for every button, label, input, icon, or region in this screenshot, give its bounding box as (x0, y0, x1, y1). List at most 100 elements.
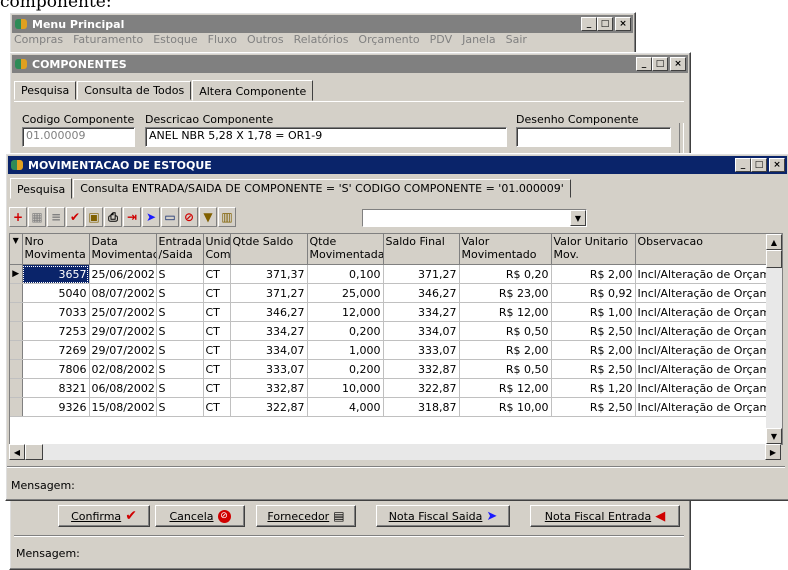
table-cell[interactable]: R$ 0,50 (459, 321, 552, 341)
table-cell[interactable]: CT (203, 302, 231, 322)
menu-item[interactable]: Faturamento (73, 33, 143, 46)
menu-principal-titlebar[interactable]: Menu Principal _ □ × (12, 15, 633, 33)
cancela-button[interactable]: Cancela ⊘ (155, 505, 245, 527)
table-row[interactable]: 7806 02/08/2002 S CT 333,07 0,200 332,87 R$ 0,5… (10, 359, 767, 379)
table-cell[interactable]: 7806 (22, 359, 90, 379)
table-cell[interactable]: 332,87 (383, 359, 460, 379)
table-cell[interactable]: 334,07 (383, 321, 460, 341)
table-cell[interactable]: S (156, 378, 204, 398)
menu-item[interactable]: Outros (247, 33, 284, 46)
table-cell[interactable]: 5040 (22, 283, 90, 303)
table-cell[interactable]: R$ 12,00 (459, 302, 552, 322)
table-cell[interactable]: R$ 1,00 (551, 302, 636, 322)
table-cell[interactable]: R$ 2,50 (551, 397, 636, 417)
window-icon[interactable]: ▭ (161, 207, 179, 227)
table-cell[interactable]: 29/07/2002 (89, 340, 157, 360)
menu-item[interactable]: Janela (462, 33, 496, 46)
table-cell[interactable]: 7269 (22, 340, 90, 360)
tab-pesquisa[interactable]: Pesquisa (10, 178, 73, 199)
table-cell[interactable]: R$ 0,20 (459, 264, 552, 284)
table-cell[interactable]: 332,87 (230, 378, 308, 398)
minimize-button[interactable]: _ (636, 57, 652, 71)
table-row[interactable]: ▶ 3657 25/06/2002 S CT 371,37 0,100 371,27 R$ 0,… (10, 264, 767, 284)
table-cell[interactable]: Incl/Alteração de Orçam (635, 359, 767, 379)
scroll-down-icon[interactable]: ▼ (766, 428, 782, 444)
movimentacao-grid[interactable]: ▼ Nro Movimenta Data Movimentac Entrada … (9, 233, 783, 445)
nf-saida-button[interactable]: Nota Fiscal Saida ➤ (376, 505, 510, 527)
table-cell[interactable]: 02/08/2002 (89, 359, 157, 379)
table-cell[interactable]: 346,27 (383, 283, 460, 303)
table-cell[interactable]: R$ 2,00 (551, 264, 636, 284)
table-cell[interactable]: 8321 (22, 378, 90, 398)
table-cell[interactable]: S (156, 321, 204, 341)
table-row[interactable]: 9326 15/08/2002 S CT 322,87 4,000 318,87 R$ 10,… (10, 397, 767, 417)
insert-record-icon[interactable]: + (9, 207, 27, 227)
table-cell[interactable]: Incl/Alteração de Orçam (635, 340, 767, 360)
menu-item[interactable]: Fluxo (208, 33, 237, 46)
table-row[interactable]: 5040 08/07/2002 S CT 371,27 25,000 346,27 R$ 23… (10, 283, 767, 303)
table-cell[interactable]: 333,07 (230, 359, 308, 379)
codigo-field[interactable]: 01.000009 (22, 127, 135, 147)
movimentacao-titlebar[interactable]: MOVIMENTACAO DE ESTOQUE _ □ × (8, 156, 787, 174)
descricao-field[interactable]: ANEL NBR 5,28 X 1,78 = OR1-9 (145, 127, 507, 147)
table-cell[interactable]: 12,000 (307, 302, 384, 322)
table-cell[interactable]: CT (203, 264, 231, 284)
search-combo[interactable]: ▼ (362, 209, 587, 227)
table-cell[interactable]: R$ 0,92 (551, 283, 636, 303)
table-cell[interactable]: 9326 (22, 397, 90, 417)
edit-record-icon[interactable]: ≡ (47, 207, 65, 227)
table-cell[interactable]: S (156, 264, 204, 284)
table-cell[interactable]: Incl/Alteração de Orçam (635, 302, 767, 322)
nf-entrada-button[interactable]: Nota Fiscal Entrada ◀ (530, 505, 680, 527)
table-cell[interactable]: 333,07 (383, 340, 460, 360)
table-cell[interactable]: 25/06/2002 (89, 264, 157, 284)
notes-icon[interactable]: ▥ (218, 207, 236, 227)
table-cell[interactable]: CT (203, 340, 231, 360)
tab-consulta-todos[interactable]: Consulta de Todos (77, 81, 192, 100)
table-cell[interactable]: 15/08/2002 (89, 397, 157, 417)
menu-item[interactable]: Sair (506, 33, 527, 46)
col-header[interactable]: Nro Movimenta (22, 234, 90, 265)
table-cell[interactable]: Incl/Alteração de Orçam (635, 283, 767, 303)
tab-consulta[interactable]: Consulta ENTRADA/SAIDA DE COMPONENTE = '… (73, 179, 571, 198)
tab-pesquisa[interactable]: Pesquisa (14, 81, 77, 100)
table-cell[interactable]: R$ 2,50 (551, 321, 636, 341)
table-cell[interactable]: S (156, 397, 204, 417)
table-cell[interactable]: 322,87 (230, 397, 308, 417)
menu-item[interactable]: Estoque (153, 33, 197, 46)
table-cell[interactable]: 371,27 (383, 264, 460, 284)
table-cell[interactable]: 334,27 (383, 302, 460, 322)
table-cell[interactable]: CT (203, 359, 231, 379)
table-cell[interactable]: CT (203, 283, 231, 303)
table-cell[interactable]: 1,000 (307, 340, 384, 360)
table-cell[interactable]: Incl/Alteração de Orçam (635, 264, 767, 284)
table-cell[interactable]: 06/08/2002 (89, 378, 157, 398)
table-cell[interactable]: R$ 10,00 (459, 397, 552, 417)
table-cell[interactable]: Incl/Alteração de Orçam (635, 321, 767, 341)
col-header[interactable]: Qtde Saldo (230, 234, 308, 265)
col-header[interactable]: Observacao (635, 234, 767, 265)
arrow-right-icon[interactable]: ➤ (142, 207, 160, 227)
table-cell[interactable]: R$ 0,50 (459, 359, 552, 379)
col-header[interactable]: Data Movimentac (89, 234, 157, 265)
table-cell[interactable]: 334,27 (230, 321, 308, 341)
table-cell[interactable]: 322,87 (383, 378, 460, 398)
close-button[interactable]: × (615, 17, 631, 31)
table-cell[interactable]: S (156, 302, 204, 322)
col-header[interactable]: Unid Com (203, 234, 231, 265)
table-cell[interactable]: Incl/Alteração de Orçam (635, 378, 767, 398)
table-row[interactable]: 7033 25/07/2002 S CT 346,27 12,000 334,27 R$ 12… (10, 302, 767, 322)
table-cell[interactable]: R$ 2,50 (551, 359, 636, 379)
table-cell[interactable]: R$ 23,00 (459, 283, 552, 303)
table-cell[interactable]: 346,27 (230, 302, 308, 322)
table-cell[interactable]: 318,87 (383, 397, 460, 417)
menu-item[interactable]: Compras (14, 33, 63, 46)
table-cell[interactable]: 08/07/2002 (89, 283, 157, 303)
cancel-icon[interactable]: ⊘ (180, 207, 198, 227)
table-cell[interactable]: 371,37 (230, 264, 308, 284)
horizontal-scrollbar[interactable]: ◀ ▶ (9, 444, 781, 460)
col-header[interactable]: Valor Unitario Mov. (551, 234, 636, 265)
scroll-right-icon[interactable]: ▶ (765, 444, 781, 460)
table-cell[interactable]: R$ 12,00 (459, 378, 552, 398)
table-cell[interactable]: 0,100 (307, 264, 384, 284)
